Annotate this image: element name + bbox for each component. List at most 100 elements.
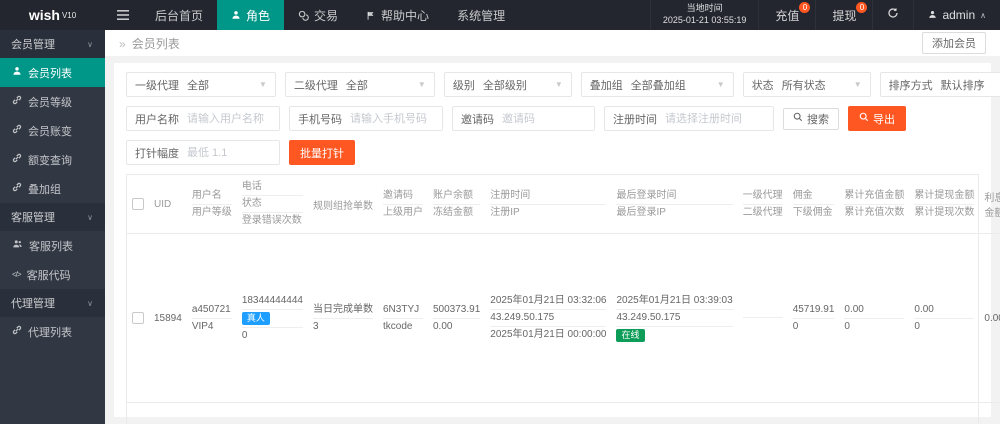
sidebar-item-quota-query[interactable]: 额变查询 [0, 145, 105, 174]
username-input[interactable] [187, 107, 279, 130]
cell-recharge: 0.00 0 [839, 403, 909, 424]
cell-balance: 4571.99 0.00 [428, 403, 485, 424]
link-icon [12, 153, 22, 166]
cell-user: a450721 VIP4 [187, 234, 237, 403]
cell-rule: 当日完成单数 3 [308, 234, 378, 403]
hamburger-button[interactable] [105, 0, 141, 30]
chevron-down-icon: ▼ [249, 80, 275, 89]
sidebar-item-stack-group[interactable]: 叠加组 [0, 174, 105, 203]
filter-row-selects: 一级代理 全部 ▼ 二级代理 全部 ▼ 级别 全部级别 ▼ 叠加组 全部叠加组 … [126, 72, 979, 97]
chevron-down-icon: ▼ [545, 80, 571, 89]
stack-group-select[interactable]: 叠加组 全部叠加组 ▼ [581, 72, 734, 97]
cell-interest: 0.0000 [979, 234, 1000, 403]
top-navbar: wishV10 后台首页 角色 交易 帮助中心 系统管理 [0, 0, 1000, 30]
sidebar-item-member-level[interactable]: 会员等级 [0, 87, 105, 116]
cell-balance: 500373.91 0.00 [428, 234, 485, 403]
logo-version: V10 [62, 11, 76, 20]
cell-recharge: 0.00 0 [839, 234, 909, 403]
refresh-icon [887, 6, 899, 24]
sidebar-item-support-list[interactable]: 客服列表 [0, 231, 105, 260]
chevron-down-icon: ∨ [87, 40, 93, 49]
inject-range-input[interactable] [187, 141, 279, 164]
sidebar-item-agent-list[interactable]: 代理列表 [0, 317, 105, 346]
flag-icon [366, 10, 376, 21]
nav-item-home[interactable]: 后台首页 [141, 0, 217, 30]
cell-register: 2025年01月05日 03:30:01 - [485, 403, 611, 424]
refresh-button[interactable] [872, 0, 913, 30]
invite-code-input[interactable] [502, 107, 594, 130]
cell-interest: 0.0000 [979, 403, 1000, 424]
cell-uid: 15893 [149, 403, 187, 424]
nav-item-trade[interactable]: 交易 [284, 0, 352, 30]
online-badge: 在线 [616, 329, 644, 342]
agent1-select[interactable]: 一级代理 全部 ▼ [126, 72, 276, 97]
withdraw-nav-button[interactable]: 提现 0 [815, 0, 872, 30]
header-invite: 邀请码 上级用户 [378, 175, 428, 234]
chevron-down-icon: ▼ [408, 80, 434, 89]
sidebar-group-members[interactable]: 会员管理 ∨ [0, 30, 105, 58]
inject-range-field-group: 打针幅度 [126, 140, 280, 165]
link-icon [12, 325, 22, 338]
cell-user: tkcode VIP0 [187, 403, 237, 424]
header-phone: 电话 状态 登录错误次数 [237, 175, 308, 234]
header-interest: 利息宝金额 [979, 175, 1000, 234]
chevron-down-icon: ∨ [87, 213, 93, 222]
header-user: 用户名 用户等级 [187, 175, 237, 234]
agent2-select[interactable]: 二级代理 全部 ▼ [285, 72, 435, 97]
breadcrumb-arrow-icon: » [119, 37, 126, 51]
invite-code-field-group: 邀请码 [452, 106, 595, 131]
breadcrumb: »会员列表 [119, 35, 180, 52]
admin-menu[interactable]: admin ∧ [913, 0, 1000, 30]
register-time-field-group: 注册时间 [604, 106, 774, 131]
link-icon [12, 95, 22, 108]
chevron-down-icon: ▼ [844, 80, 870, 89]
batch-inject-button[interactable]: 批量打针 [289, 140, 355, 165]
coins-icon [298, 10, 309, 21]
sidebar-group-support[interactable]: 客服管理 ∨ [0, 203, 105, 231]
header-agents: 一级代理 二级代理 [738, 175, 788, 234]
nav-item-help[interactable]: 帮助中心 [352, 0, 443, 30]
content-card: 一级代理 全部 ▼ 二级代理 全部 ▼ 级别 全部级别 ▼ 叠加组 全部叠加组 … [114, 63, 991, 417]
nav-item-system[interactable]: 系统管理 [443, 0, 519, 30]
status-select[interactable]: 状态 所有状态 ▼ [743, 72, 871, 97]
recharge-badge: 0 [799, 2, 810, 13]
cell-last-login: - 从未登陆 [611, 403, 737, 424]
filter-row-inject: 打针幅度 批量打针 [126, 140, 979, 165]
sidebar-group-agents[interactable]: 代理管理 ∨ [0, 289, 105, 317]
sort-select[interactable]: 排序方式 默认排序 ▼ [880, 72, 1000, 97]
cell-rule: 当日完成单数 0 [308, 403, 378, 424]
search-icon [793, 112, 803, 125]
header-balance: 账户余额 冻结金额 [428, 175, 485, 234]
search-button[interactable]: 搜索 [783, 108, 839, 130]
select-row-checkbox[interactable] [132, 312, 144, 324]
recharge-nav-button[interactable]: 充值 0 [758, 0, 815, 30]
level-select[interactable]: 级别 全部级别 ▼ [444, 72, 572, 97]
sidebar-item-member-account-change[interactable]: 会员账变 [0, 116, 105, 145]
header-select [127, 175, 149, 234]
cell-agents [738, 403, 788, 424]
cell-select [127, 403, 149, 424]
add-member-button[interactable]: 添加会员 [922, 32, 986, 54]
cell-invite: J5ABB2 [378, 403, 428, 424]
nav-item-roles[interactable]: 角色 [217, 0, 284, 30]
export-button[interactable]: 导出 [848, 106, 906, 131]
chevron-down-icon: ▼ [707, 80, 733, 89]
chevron-down-icon: ∨ [87, 299, 93, 308]
header-commission: 佣金 下级佣金 [788, 175, 840, 234]
time-label: 当地时间 [687, 3, 723, 15]
sidebar: 会员管理 ∨ 会员列表 会员等级 会员账变 额变查询 叠加组 客服管理 ∨ [0, 30, 105, 424]
code-icon: </> [12, 270, 21, 279]
sidebar-item-support-code[interactable]: </> 客服代码 [0, 260, 105, 289]
select-all-checkbox[interactable] [132, 198, 144, 210]
admin-name: admin [942, 8, 975, 22]
cell-select [127, 234, 149, 403]
table-header-row: UID 用户名 用户等级 电话 状态 登录错误次数 规则组抢单数 邀请码 [127, 175, 1000, 234]
person-icon [928, 8, 937, 22]
header-register: 注册时间 注册IP [485, 175, 611, 234]
register-time-input[interactable] [665, 107, 773, 130]
cell-phone: 18344444444 真人 0 [237, 234, 308, 403]
phone-input[interactable] [350, 107, 442, 130]
status-badge: 真人 [242, 312, 270, 325]
cell-agents [738, 234, 788, 403]
sidebar-item-member-list[interactable]: 会员列表 [0, 58, 105, 87]
